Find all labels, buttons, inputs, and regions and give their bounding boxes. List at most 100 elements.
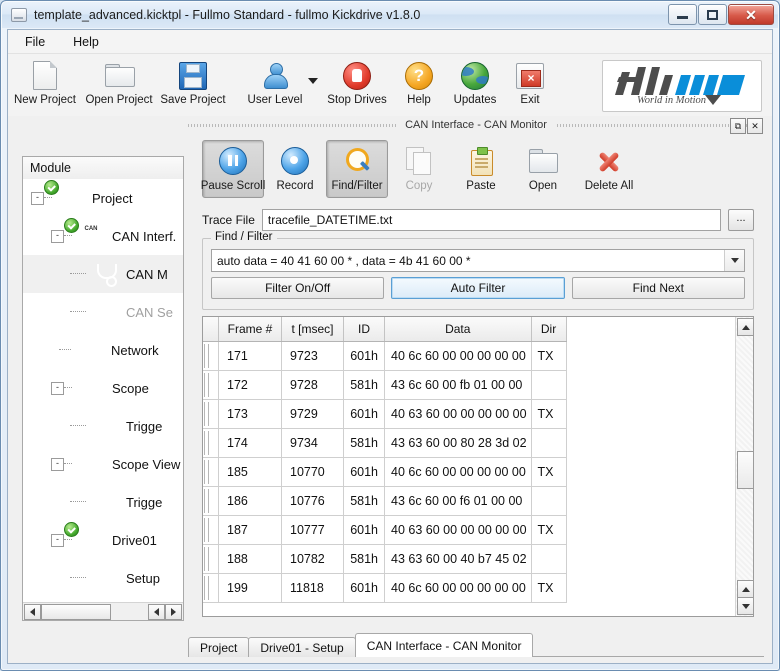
column-header-dir[interactable]: Dir	[531, 317, 566, 342]
table-row[interactable]: 1739729601h40 63 60 00 00 00 00 00TX	[203, 400, 566, 429]
scroll-up-button-2[interactable]	[737, 580, 754, 598]
open-project-button[interactable]: Open Project	[82, 54, 156, 112]
new-project-button[interactable]: New Project	[8, 54, 82, 112]
tab-project[interactable]: Project	[188, 637, 249, 657]
filter-on-off-button[interactable]: Filter On/Off	[211, 277, 384, 299]
find-next-button[interactable]: Find Next	[572, 277, 745, 299]
find-filter-button[interactable]: Find/Filter	[326, 140, 388, 198]
tree-toggle-scope-view[interactable]: -	[51, 458, 64, 471]
trace-file-browse-button[interactable]: ...	[728, 209, 754, 231]
column-header-id[interactable]: ID	[344, 317, 385, 342]
magnifier-icon	[342, 147, 372, 175]
tab-drive01-setup[interactable]: Drive01 - Setup	[248, 637, 355, 657]
globe-icon	[460, 60, 490, 90]
maximize-button[interactable]	[698, 4, 727, 25]
can-frames-table: Frame # t [msec] ID Data Dir 1719723601h…	[203, 317, 567, 603]
tree-toggle-project[interactable]: -	[31, 192, 44, 205]
row-grip[interactable]	[203, 429, 219, 458]
column-header-data[interactable]: Data	[385, 317, 532, 342]
table-row[interactable]: 18710777601h40 63 60 00 00 00 00 00TX	[203, 516, 566, 545]
row-grip[interactable]	[203, 342, 219, 371]
tree-item-scope[interactable]: - Scope	[23, 369, 183, 407]
record-icon	[280, 147, 310, 175]
tree-item-network[interactable]: Network	[23, 331, 183, 369]
minimize-button[interactable]	[668, 4, 697, 25]
exit-button[interactable]: Exit	[506, 54, 554, 112]
tree-item-can-monitor[interactable]: CAN M	[23, 255, 183, 293]
tree-toggle-drive01[interactable]: -	[51, 534, 64, 547]
tree-toggle-can-interface[interactable]: -	[51, 230, 64, 243]
column-header-time[interactable]: t [msec]	[282, 317, 344, 342]
scroll-down-button[interactable]	[737, 597, 754, 615]
sidebar-horizontal-scrollbar[interactable]	[23, 602, 183, 620]
table-row[interactable]: 1749734581h43 63 60 00 80 28 3d 02	[203, 429, 566, 458]
user-level-button[interactable]: User Level	[230, 54, 320, 112]
row-grip[interactable]	[203, 574, 219, 603]
panel-close-button[interactable]: ✕	[747, 118, 763, 134]
scroll-left-button-2[interactable]	[148, 604, 165, 620]
scroll-left-button[interactable]	[24, 604, 41, 620]
column-header-frame[interactable]: Frame #	[219, 317, 282, 342]
table-row[interactable]: 18610776581h43 6c 60 00 f6 01 00 00	[203, 487, 566, 516]
cell-id: 581h	[344, 371, 385, 400]
can-frames-grid[interactable]: Frame # t [msec] ID Data Dir 1719723601h…	[203, 317, 736, 616]
tree-label-scope-view: Scope View	[112, 457, 180, 472]
trace-file-input[interactable]	[262, 209, 721, 231]
tree-item-setup[interactable]: Setup	[23, 559, 183, 597]
row-grip[interactable]	[203, 516, 219, 545]
tree-item-drive01[interactable]: - Drive01	[23, 521, 183, 559]
table-row[interactable]: 1729728581h43 6c 60 00 fb 01 00 00	[203, 371, 566, 400]
copy-button[interactable]: Copy	[388, 140, 450, 198]
find-filter-label: Find/Filter	[331, 180, 382, 192]
auto-filter-button[interactable]: Auto Filter	[391, 277, 564, 299]
tree-item-can-send[interactable]: CAN Se	[23, 293, 183, 331]
tree-item-can-interface[interactable]: - CAN CAN Interf.	[23, 217, 183, 255]
pause-scroll-button[interactable]: Pause Scroll	[202, 140, 264, 198]
row-grip[interactable]	[203, 545, 219, 574]
cell-dir: TX	[531, 516, 566, 545]
scroll-thumb-horizontal[interactable]	[41, 604, 111, 620]
menu-item-file[interactable]: File	[20, 33, 50, 51]
row-grip[interactable]	[203, 400, 219, 429]
tree-item-project[interactable]: - Project	[23, 179, 183, 217]
row-grip[interactable]	[203, 487, 219, 516]
chevron-down-icon[interactable]	[308, 78, 318, 84]
scroll-thumb-vertical[interactable]	[737, 451, 754, 489]
svg-text:World in Motion: World in Motion	[637, 95, 706, 106]
panel-restore-button[interactable]: ⧉	[730, 118, 746, 134]
delete-all-button[interactable]: Delete All	[574, 140, 644, 198]
tree-item-scope-view-trigger[interactable]: Trigge	[23, 483, 183, 521]
chevron-down-icon[interactable]	[724, 250, 744, 271]
tree-item-scope-view[interactable]: - Scope View	[23, 445, 183, 483]
tree-label-scope-trigger: Trigge	[126, 419, 162, 434]
paste-button[interactable]: Paste	[450, 140, 512, 198]
table-row[interactable]: 18810782581h43 63 60 00 40 b7 45 02	[203, 545, 566, 574]
tree-toggle-scope[interactable]: -	[51, 382, 64, 395]
module-tree-panel: Module - Project -	[22, 156, 184, 621]
stop-drives-button[interactable]: Stop Drives	[320, 54, 394, 112]
tree-item-scope-trigger[interactable]: Trigge	[23, 407, 183, 445]
table-body: 1719723601h40 6c 60 00 00 00 00 00TX1729…	[203, 342, 566, 603]
open-button[interactable]: Open	[512, 140, 574, 198]
scroll-right-button[interactable]	[165, 604, 182, 620]
menu-item-help[interactable]: Help	[68, 33, 104, 51]
filter-combo-box[interactable]: auto data = 40 41 60 00 * , data = 4b 41…	[211, 249, 745, 272]
table-row[interactable]: 18510770601h40 6c 60 00 00 00 00 00TX	[203, 458, 566, 487]
close-button[interactable]: ✕	[728, 4, 774, 25]
tab-can-interface-can-monitor[interactable]: CAN Interface - CAN Monitor	[355, 633, 534, 657]
updates-button[interactable]: Updates	[444, 54, 506, 112]
tree-label-scope: Scope	[112, 381, 149, 396]
cell-t: 10782	[282, 545, 344, 574]
grid-vertical-scrollbar[interactable]	[735, 317, 753, 616]
table-row[interactable]: 1719723601h40 6c 60 00 00 00 00 00TX	[203, 342, 566, 371]
scroll-up-button[interactable]	[737, 318, 754, 336]
cell-t: 10770	[282, 458, 344, 487]
table-row[interactable]: 19911818601h40 6c 60 00 00 00 00 00TX	[203, 574, 566, 603]
save-project-button[interactable]: Save Project	[156, 54, 230, 112]
row-grip[interactable]	[203, 458, 219, 487]
work-area: Module - Project -	[8, 116, 772, 663]
row-grip[interactable]	[203, 371, 219, 400]
help-button[interactable]: ? Help	[394, 54, 444, 112]
module-tree[interactable]: - Project - CAN CAN I	[23, 179, 183, 603]
record-button[interactable]: Record	[264, 140, 326, 198]
